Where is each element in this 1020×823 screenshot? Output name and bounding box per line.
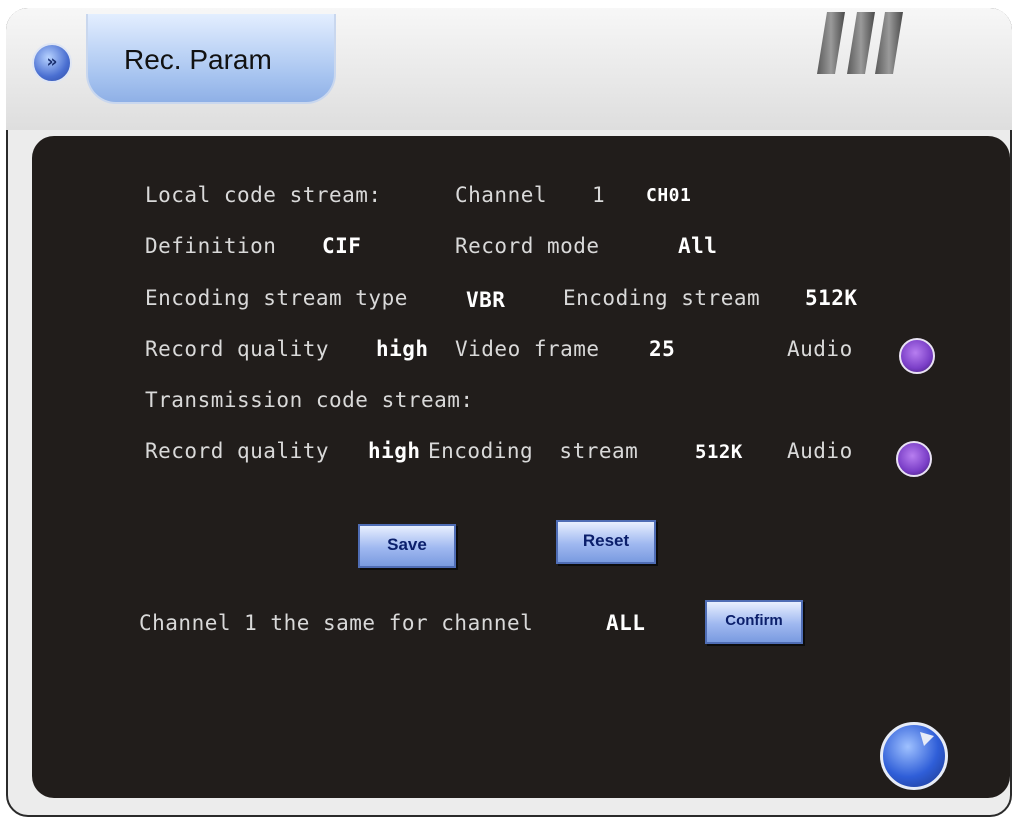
audio-label: Audio <box>787 337 853 361</box>
confirm-button[interactable]: Confirm <box>705 600 803 644</box>
copy-target-value[interactable]: ALL <box>606 611 645 635</box>
tab-label: Rec. Param <box>124 44 272 75</box>
copy-channel-label: Channel 1 the same for channel <box>139 611 534 635</box>
record-quality-label: Record quality <box>145 337 330 361</box>
save-button[interactable]: Save <box>358 524 456 568</box>
channel-name: CH01 <box>646 185 692 206</box>
decorative-stripes-icon <box>817 12 903 74</box>
definition-label: Definition <box>145 234 277 258</box>
encoding-stream-type-label: Encoding stream type <box>145 286 408 310</box>
transmission-audio-label: Audio <box>787 439 853 463</box>
record-mode-value[interactable]: All <box>678 234 717 258</box>
refresh-icon[interactable] <box>880 722 948 790</box>
audio-radio-icon[interactable] <box>899 338 935 374</box>
reset-button[interactable]: Reset <box>556 520 656 564</box>
encoding-stream-type-value[interactable]: VBR <box>466 288 505 312</box>
local-code-stream-label: Local code stream: <box>145 183 382 207</box>
definition-value[interactable]: CIF <box>322 234 361 258</box>
video-frame-label: Video frame <box>455 337 600 361</box>
transmission-record-quality-value[interactable]: high <box>368 439 421 463</box>
encoding-stream-value[interactable]: 512K <box>805 286 858 310</box>
transmission-encoding-stream-label: Encoding stream <box>428 439 639 463</box>
channel-label: Channel <box>455 183 548 207</box>
transmission-record-quality-label: Record quality <box>145 439 330 463</box>
channel-number[interactable]: 1 <box>592 183 605 207</box>
transmission-encoding-stream-value[interactable]: 512K <box>695 441 743 463</box>
encoding-stream-label: Encoding stream <box>563 286 761 310</box>
record-quality-value[interactable]: high <box>376 337 429 361</box>
double-chevron-right-icon[interactable]: » <box>32 43 72 83</box>
video-frame-value[interactable]: 25 <box>649 337 675 361</box>
record-mode-label: Record mode <box>455 234 600 258</box>
transmission-audio-radio-icon[interactable] <box>896 441 932 477</box>
transmission-code-stream-label: Transmission code stream: <box>145 388 474 412</box>
